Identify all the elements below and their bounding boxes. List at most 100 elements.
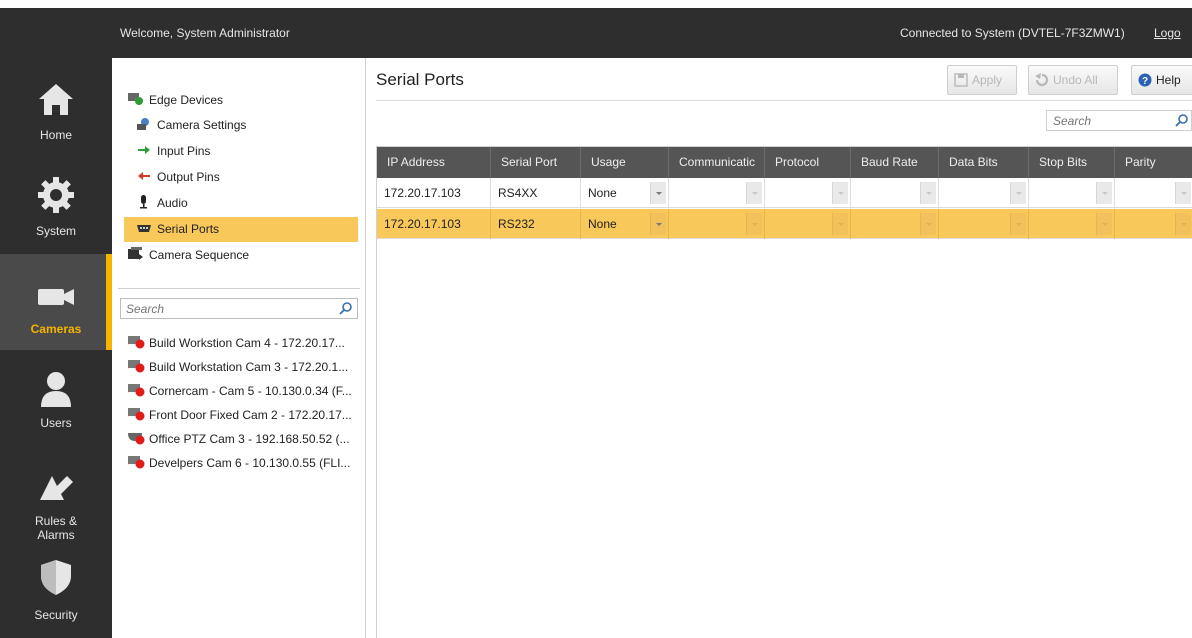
ptz-camera-offline-icon bbox=[128, 433, 145, 445]
tree-camera-settings-label: Camera Settings bbox=[157, 118, 247, 132]
tree-separator bbox=[118, 288, 360, 289]
search-icon[interactable] bbox=[339, 301, 353, 315]
camera-settings-icon bbox=[137, 118, 149, 130]
column-header-data-bits[interactable]: Data Bits bbox=[939, 147, 1029, 178]
search-icon[interactable] bbox=[1175, 113, 1189, 127]
serial-port-icon bbox=[137, 225, 151, 232]
tree-camera-sequence[interactable]: Camera Sequence bbox=[128, 243, 249, 268]
cell-protocol bbox=[765, 209, 851, 239]
undo-all-button[interactable]: Undo All bbox=[1028, 65, 1118, 95]
camera-name: Office PTZ Cam 3 - 192.168.50.52 (... bbox=[149, 432, 350, 446]
nav-rules-alarms[interactable]: Rules & Alarms bbox=[0, 446, 112, 542]
data-bits-dropdown-arrow bbox=[1010, 213, 1026, 235]
help-icon: ? bbox=[1138, 73, 1152, 87]
usage-dropdown-arrow[interactable] bbox=[650, 182, 666, 204]
column-header-serial-port[interactable]: Serial Port bbox=[491, 147, 581, 178]
svg-text:?: ? bbox=[1142, 76, 1148, 87]
tree-edge-devices[interactable]: Edge Devices bbox=[128, 88, 223, 113]
camera-search-input[interactable] bbox=[121, 299, 331, 318]
table-row[interactable]: 172.20.17.103 RS4XX None bbox=[377, 178, 1192, 208]
nav-security-label: Security bbox=[34, 608, 78, 622]
grid-header: IP Address Serial Port Usage Communicati… bbox=[377, 147, 1192, 178]
camera-list-item[interactable]: Front Door Fixed Cam 2 - 172.20.17... bbox=[128, 404, 352, 426]
column-header-baud-rate[interactable]: Baud Rate bbox=[851, 147, 939, 178]
stop-bits-dropdown-arrow bbox=[1096, 213, 1112, 235]
cell-serial-port: RS4XX bbox=[491, 178, 581, 208]
serial-ports-grid: IP Address Serial Port Usage Communicati… bbox=[376, 146, 1192, 638]
cell-baud-rate bbox=[851, 209, 939, 239]
cell-communication bbox=[669, 209, 765, 239]
connection-status: Connected to System (DVTEL-7F3ZMW1) bbox=[900, 26, 1125, 40]
cell-ip-address: 172.20.17.103 bbox=[377, 178, 491, 208]
edge-devices-icon bbox=[128, 93, 143, 105]
column-header-usage[interactable]: Usage bbox=[581, 147, 669, 178]
nav-system[interactable]: System bbox=[0, 154, 112, 250]
grid-search-box[interactable] bbox=[1046, 110, 1192, 131]
page-title: Serial Ports bbox=[376, 70, 464, 89]
undo-icon bbox=[1035, 73, 1049, 87]
tree-output-pins[interactable]: Output Pins bbox=[136, 165, 220, 190]
camera-name: Front Door Fixed Cam 2 - 172.20.17... bbox=[149, 408, 352, 422]
column-header-parity[interactable]: Parity bbox=[1115, 147, 1192, 178]
help-button[interactable]: ? Help bbox=[1131, 65, 1192, 95]
cell-ip-address: 172.20.17.103 bbox=[377, 209, 491, 239]
apply-label: Apply bbox=[972, 73, 1003, 87]
cell-communication bbox=[669, 178, 765, 208]
column-header-ip-address[interactable]: IP Address bbox=[377, 147, 491, 178]
shield-icon bbox=[41, 560, 71, 595]
usage-value: None bbox=[588, 217, 617, 231]
save-icon bbox=[954, 73, 968, 87]
tree-output-pins-label: Output Pins bbox=[157, 170, 220, 184]
output-arrow-icon bbox=[138, 172, 150, 180]
table-row[interactable]: 172.20.17.103 RS232 None bbox=[377, 209, 1192, 239]
top-bar: Welcome, System Administrator Connected … bbox=[0, 8, 1192, 58]
column-header-protocol[interactable]: Protocol bbox=[765, 147, 851, 178]
baud-rate-dropdown-arrow bbox=[920, 213, 936, 235]
camera-list-item[interactable]: Build Workstation Cam 3 - 172.20.1... bbox=[128, 356, 348, 378]
camera-list-item[interactable]: Develpers Cam 6 - 10.130.0.55 (FLI... bbox=[128, 452, 350, 474]
nav-cameras[interactable]: Cameras bbox=[0, 254, 112, 350]
cell-usage[interactable]: None bbox=[581, 209, 669, 239]
camera-offline-icon bbox=[128, 408, 145, 421]
nav-users-label: Users bbox=[40, 416, 72, 430]
tree-camera-sequence-label: Camera Sequence bbox=[149, 248, 250, 262]
camera-list-item[interactable]: Office PTZ Cam 3 - 192.168.50.52 (... bbox=[128, 428, 350, 450]
nav-home[interactable]: Home bbox=[0, 58, 112, 154]
communication-dropdown-arrow bbox=[746, 182, 762, 204]
input-arrow-icon bbox=[138, 146, 150, 154]
cell-usage[interactable]: None bbox=[581, 178, 669, 208]
column-header-stop-bits[interactable]: Stop Bits bbox=[1029, 147, 1115, 178]
protocol-dropdown-arrow bbox=[832, 213, 848, 235]
cell-data-bits bbox=[939, 209, 1029, 239]
nav-rules-alarms-label: Rules & Alarms bbox=[34, 514, 78, 542]
tree-edge-devices-label: Edge Devices bbox=[149, 93, 224, 107]
tree-audio-label: Audio bbox=[157, 196, 188, 210]
camera-list-item[interactable]: Cornercam - Cam 5 - 10.130.0.34 (F... bbox=[128, 380, 352, 402]
nav-users[interactable]: Users bbox=[0, 350, 112, 446]
nav-system-label: System bbox=[35, 224, 76, 238]
nav-security[interactable]: Security bbox=[0, 542, 112, 638]
home-icon bbox=[39, 84, 73, 115]
camera-search-box[interactable] bbox=[120, 298, 358, 319]
tree-camera-settings[interactable]: Camera Settings bbox=[136, 113, 246, 138]
camera-list-item[interactable]: Build Workstion Cam 4 - 172.20.17... bbox=[128, 332, 345, 354]
logout-link[interactable]: Logo bbox=[1154, 26, 1181, 40]
usage-dropdown-arrow[interactable] bbox=[650, 213, 666, 235]
top-edge bbox=[0, 0, 1192, 8]
cell-parity bbox=[1115, 209, 1192, 239]
left-navigation: Home System Cameras Users Rules & Alarms… bbox=[0, 58, 112, 638]
tree-serial-ports[interactable]: Serial Ports bbox=[124, 217, 358, 242]
help-label: Help bbox=[1156, 73, 1181, 87]
tree-input-pins[interactable]: Input Pins bbox=[136, 139, 210, 164]
grid-search-input[interactable] bbox=[1047, 111, 1167, 130]
column-header-communication[interactable]: Communicatic bbox=[669, 147, 765, 178]
parity-dropdown-arrow bbox=[1175, 213, 1191, 235]
welcome-text: Welcome, System Administrator bbox=[120, 26, 290, 40]
cell-baud-rate bbox=[851, 178, 939, 208]
undo-all-label: Undo All bbox=[1053, 73, 1098, 87]
cell-stop-bits bbox=[1029, 209, 1115, 239]
tree-audio[interactable]: Audio bbox=[136, 191, 188, 216]
camera-offline-icon bbox=[128, 456, 145, 469]
apply-button[interactable]: Apply bbox=[947, 65, 1017, 95]
tree-serial-ports-label: Serial Ports bbox=[157, 222, 220, 236]
